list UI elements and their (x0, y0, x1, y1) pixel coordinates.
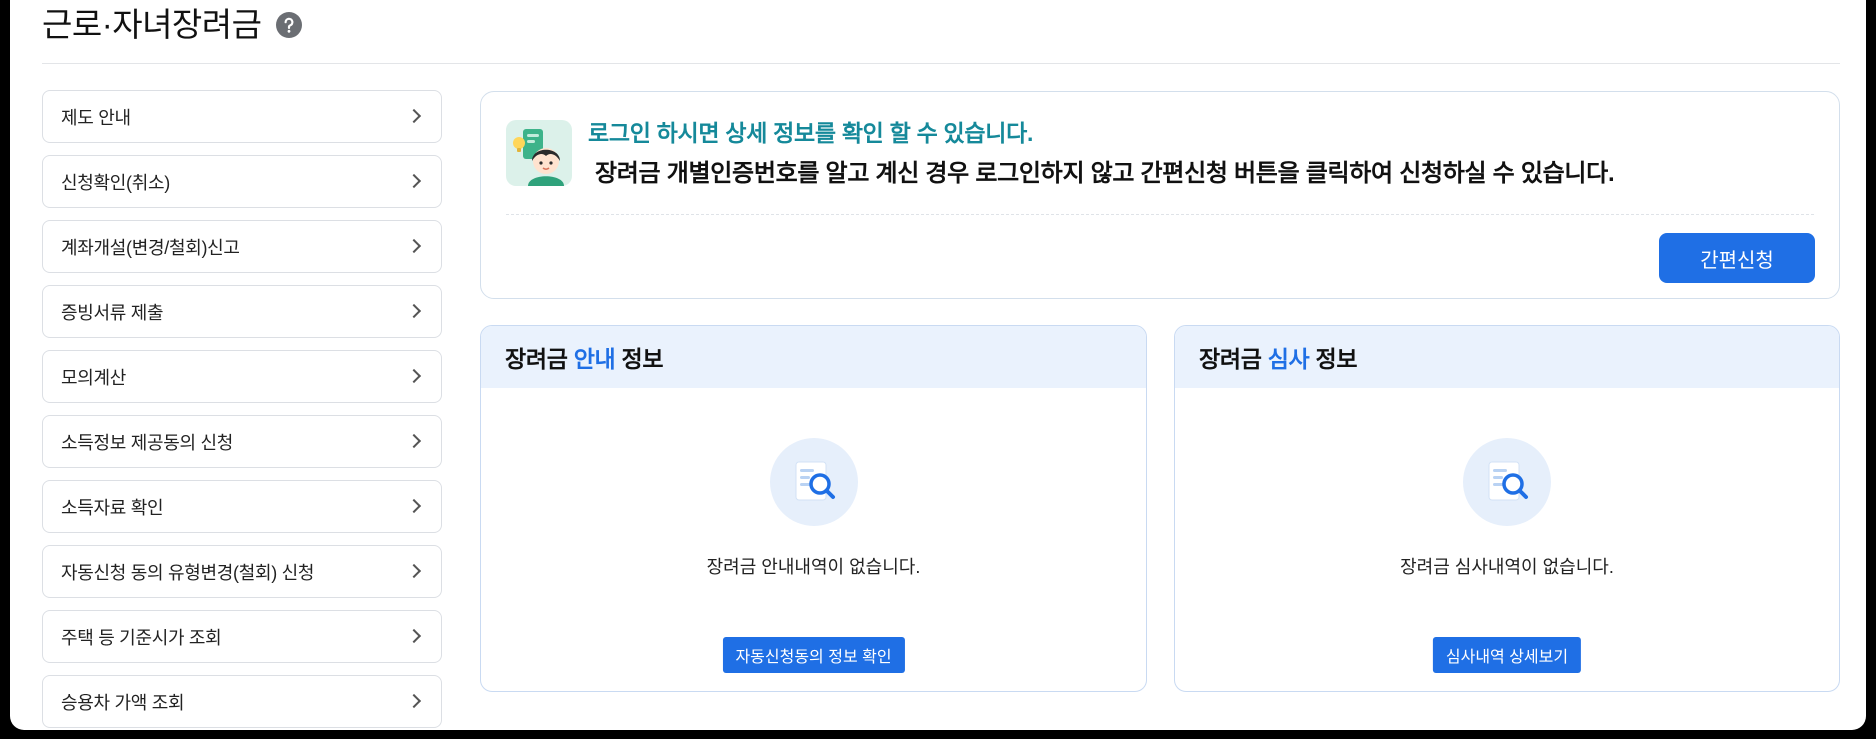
chevron-right-icon (406, 563, 422, 578)
panel-title-suffix: 정보 (1315, 346, 1358, 372)
document-search-icon (769, 438, 858, 526)
review-detail-button[interactable]: 심사내역 상세보기 (1432, 637, 1582, 673)
login-notice-description: 장려금 개별인증번호를 알고 계신 경우 로그인하지 않고 간편신청 버튼을 클… (595, 160, 1615, 187)
sidebar-item-label: 소득정보 제공동의 신청 (61, 432, 234, 453)
panel-header: 장려금 심사 정보 (1175, 326, 1839, 388)
chevron-right-icon (406, 238, 422, 253)
chevron-right-icon (406, 498, 422, 513)
sidebar-item-program-guide[interactable]: 제도 안내 (42, 90, 442, 143)
sidebar-item-income-data[interactable]: 소득자료 확인 (42, 480, 442, 533)
sidebar-item-car-value[interactable]: 승용차 가액 조회 (42, 675, 442, 728)
sidebar-item-account-report[interactable]: 계좌개설(변경/철회)신고 (42, 220, 442, 273)
document-search-icon (1463, 438, 1551, 526)
sidebar-item-label: 승용차 가액 조회 (61, 692, 185, 713)
auto-consent-info-button[interactable]: 자동신청동의 정보 확인 (722, 637, 905, 673)
sidebar-item-label: 모의계산 (61, 367, 127, 388)
sidebar-item-label: 신청확인(취소) (61, 172, 170, 193)
chevron-right-icon (406, 628, 422, 643)
empty-state-text: 장려금 심사내역이 없습니다. (1400, 557, 1614, 577)
main-screen: 근로·자녀장려금 제도 안내 신청확인(취소) 계좌개설(변경/철회)신고 증빙… (10, 0, 1866, 730)
guide-info-panel: 장려금 안내 정보 장려금 안내내역이 없습니다. 자동신청동의 정보 확인 (480, 325, 1147, 692)
panel-title-prefix: 장려금 (505, 346, 568, 372)
chevron-right-icon (406, 693, 422, 708)
chevron-right-icon (406, 108, 422, 123)
chevron-right-icon (406, 303, 422, 318)
chevron-right-icon (406, 433, 422, 448)
panel-title: 장려금 안내 정보 (505, 340, 664, 374)
sidebar-item-label: 주택 등 기준시가 조회 (61, 627, 222, 648)
sidebar-item-label: 소득자료 확인 (61, 497, 164, 518)
panel-header: 장려금 안내 정보 (481, 326, 1146, 388)
page-header: 근로·자녀장려금 (42, 2, 302, 48)
sidebar-item-label: 자동신청 동의 유형변경(철회) 신청 (61, 562, 315, 583)
sidebar-item-label: 제도 안내 (61, 107, 131, 128)
sidebar-menu: 제도 안내 신청확인(취소) 계좌개설(변경/철회)신고 증빙서류 제출 모의계… (42, 90, 442, 730)
question-circle-icon[interactable] (275, 12, 302, 38)
panel-title: 장려금 심사 정보 (1199, 340, 1358, 374)
sidebar-item-simulation[interactable]: 모의계산 (42, 350, 442, 403)
notice-divider (506, 214, 1814, 215)
panel-title-suffix: 정보 (621, 346, 664, 372)
login-character-icon (506, 120, 572, 186)
sidebar-item-label: 증빙서류 제출 (61, 302, 164, 323)
sidebar-item-application-check[interactable]: 신청확인(취소) (42, 155, 442, 208)
panel-title-highlight: 안내 (573, 346, 616, 372)
sidebar-item-housing-price[interactable]: 주택 등 기준시가 조회 (42, 610, 442, 663)
sidebar-item-income-consent[interactable]: 소득정보 제공동의 신청 (42, 415, 442, 468)
sidebar-item-document-submit[interactable]: 증빙서류 제출 (42, 285, 442, 338)
chevron-right-icon (406, 173, 422, 188)
panel-title-highlight: 심사 (1267, 346, 1310, 372)
sidebar-item-label: 계좌개설(변경/철회)신고 (61, 237, 240, 258)
page-title: 근로·자녀장려금 (42, 6, 262, 43)
review-info-panel: 장려금 심사 정보 장려금 심사내역이 없습니다. 심사내역 상세보기 (1174, 325, 1840, 692)
header-divider (42, 63, 1840, 64)
login-notice-box: 로그인 하시면 상세 정보를 확인 할 수 있습니다. 장려금 개별인증번호를 … (480, 91, 1840, 299)
chevron-right-icon (406, 368, 422, 383)
sidebar-item-auto-consent-change[interactable]: 자동신청 동의 유형변경(철회) 신청 (42, 545, 442, 598)
empty-state-text: 장려금 안내내역이 없습니다. (706, 557, 921, 577)
quick-apply-button[interactable]: 간편신청 (1659, 233, 1815, 283)
login-notice-headline: 로그인 하시면 상세 정보를 확인 할 수 있습니다. (588, 120, 1034, 146)
panel-title-prefix: 장려금 (1199, 346, 1262, 372)
